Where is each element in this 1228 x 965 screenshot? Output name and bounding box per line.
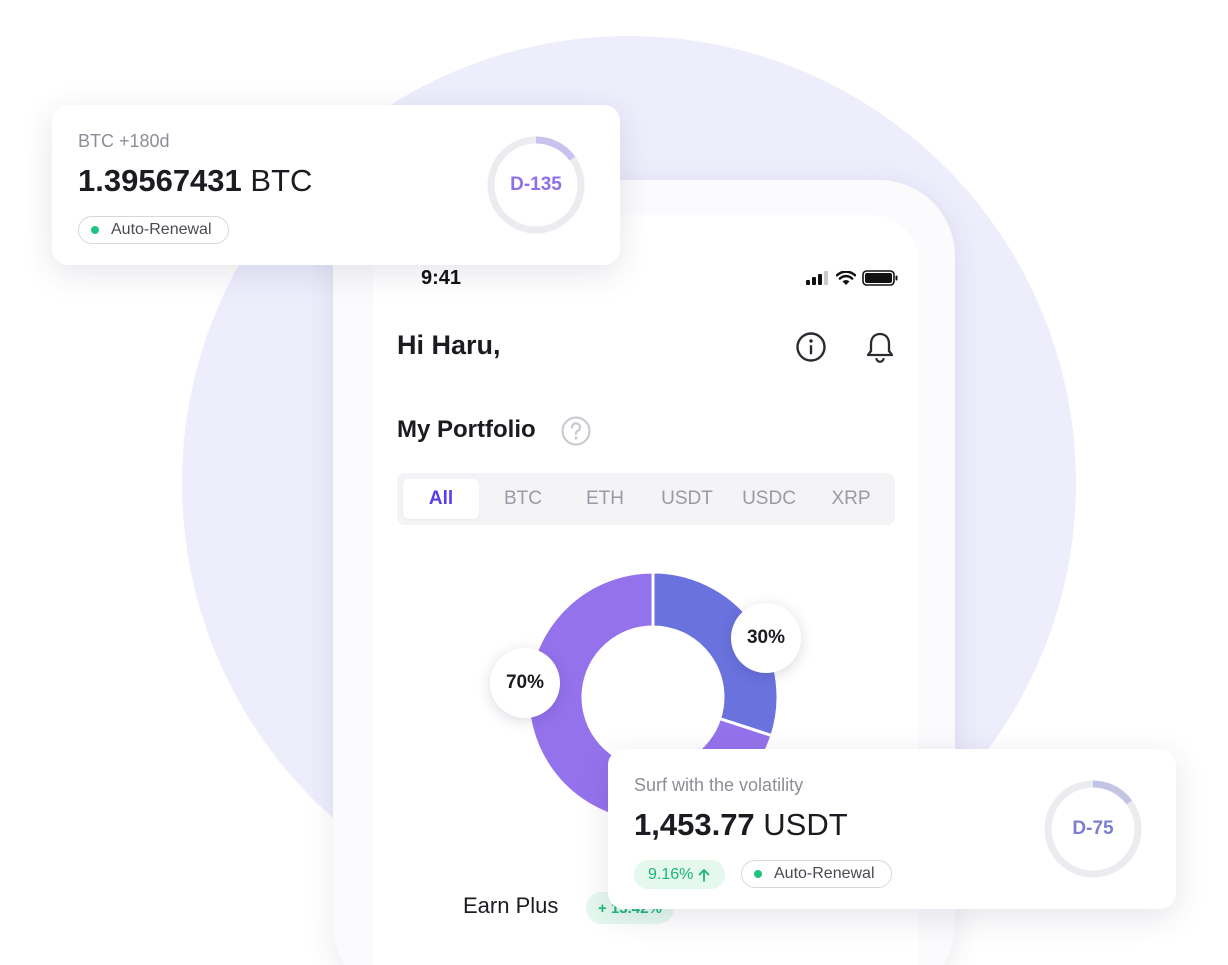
pill-label: Auto-Renewal <box>111 221 212 238</box>
return-badge: 9.16% <box>634 860 726 889</box>
info-button[interactable] <box>793 329 829 365</box>
tab-btc[interactable]: BTC <box>485 479 561 519</box>
amount-currency: USDT <box>763 807 848 842</box>
card-amount: 1.39567431 BTC <box>78 163 312 199</box>
pill-label: Auto-Renewal <box>774 865 875 882</box>
tab-all[interactable]: All <box>403 479 479 519</box>
battery-icon <box>862 270 898 286</box>
card-caption: BTC +180d <box>78 131 170 151</box>
question-icon <box>561 416 591 446</box>
amount-currency: BTC <box>250 163 313 198</box>
asset-tabs: All BTC ETH USDT USDC XRP <box>397 473 895 525</box>
card-caption: Surf with the volatility <box>634 775 804 795</box>
tab-usdt[interactable]: USDT <box>649 479 725 519</box>
btc-savings-card[interactable]: BTC +180d 1.39567431 BTC Auto-Renewal D-… <box>52 105 620 265</box>
tab-eth[interactable]: ETH <box>567 479 643 519</box>
return-value: 9.16% <box>648 865 694 883</box>
portfolio-title: My Portfolio <box>397 416 536 443</box>
status-time: 9:41 <box>421 267 462 289</box>
notification-button[interactable] <box>862 329 898 365</box>
percent-label-0: 30% <box>731 603 801 673</box>
bell-icon <box>866 332 894 363</box>
days-remaining-label: D-75 <box>1072 818 1114 839</box>
greeting: Hi Haru, <box>397 330 501 360</box>
days-remaining-label: D-135 <box>510 174 562 195</box>
amount-value: 1,453.77 <box>634 807 755 842</box>
percent-label-1: 70% <box>490 648 560 718</box>
status-icons <box>806 270 898 286</box>
arrow-up-icon <box>698 868 710 882</box>
usdt-savings-card[interactable]: Surf with the volatility 1,453.77 USDT 9… <box>608 749 1176 909</box>
info-icon <box>796 332 826 362</box>
wifi-icon <box>836 270 856 285</box>
help-icon-button[interactable] <box>560 415 592 452</box>
days-remaining-ring: D-75 <box>1043 779 1143 879</box>
days-remaining-ring: D-135 <box>486 135 586 235</box>
auto-renewal-pill: Auto-Renewal <box>78 216 229 244</box>
tab-usdc[interactable]: USDC <box>731 479 807 519</box>
amount-value: 1.39567431 <box>78 163 242 198</box>
earn-plus-label: Earn Plus <box>463 893 559 918</box>
auto-renewal-pill: Auto-Renewal <box>741 860 892 888</box>
card-amount: 1,453.77 USDT <box>634 807 848 843</box>
signal-icon <box>806 271 828 285</box>
status-dot-icon <box>91 226 99 234</box>
status-dot-icon <box>754 870 762 878</box>
tab-xrp[interactable]: XRP <box>813 479 889 519</box>
